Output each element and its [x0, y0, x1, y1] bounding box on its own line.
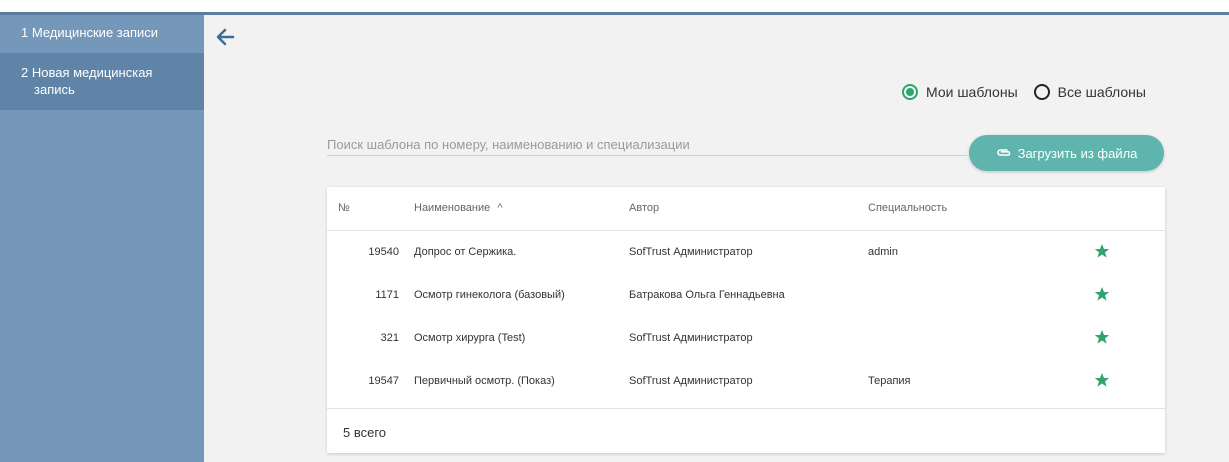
- table-row[interactable]: 1171 Осмотр гинеколога (базовый) Батракова…: [327, 274, 1165, 317]
- upload-from-file-button[interactable]: Загрузить из файла: [969, 135, 1164, 171]
- row-number: 321: [380, 332, 399, 344]
- row-name: Допрос от Сержика.: [414, 246, 517, 258]
- row-specialty: Терапия: [868, 375, 911, 387]
- column-header-name-label: Наименование: [414, 202, 491, 214]
- favorite-star-icon[interactable]: [1094, 243, 1110, 259]
- column-header-specialty[interactable]: Специальность: [868, 202, 947, 214]
- table-row[interactable]: 321 Осмотр хирурга (Test) SofTrust Админис…: [327, 317, 1165, 360]
- sidebar-item-label: 1 Медицинские записи: [21, 25, 159, 40]
- row-author: SofTrust Администратор: [629, 246, 753, 258]
- template-search-input[interactable]: [327, 134, 967, 156]
- radio-all-templates[interactable]: Все шаблоны: [1033, 84, 1146, 100]
- templates-table: № Наименование ^ Автор Специальность 195…: [327, 187, 1165, 453]
- row-number: 19547: [368, 375, 399, 387]
- sidebar: 1 Медицинские записи 2 Новая медицинская…: [0, 15, 204, 462]
- row-name: Осмотр гинеколога (базовый): [414, 289, 565, 301]
- radio-my-templates[interactable]: Мои шаблоны: [902, 84, 1018, 100]
- sidebar-item-medical-records[interactable]: 1 Медицинские записи: [0, 15, 204, 49]
- table-row[interactable]: 19547 Первичный осмотр. (Показ) SofTrust А…: [327, 360, 1165, 403]
- row-number: 1171: [375, 289, 399, 301]
- upload-button-label: Загрузить из файла: [1017, 145, 1138, 161]
- radio-all-templates-label: Все шаблоны: [1057, 84, 1146, 100]
- favorite-star-icon[interactable]: [1094, 329, 1110, 345]
- table-header: № Наименование ^ Автор Специальность: [327, 187, 1165, 231]
- sidebar-item-label: 2 Новая медицинская: [21, 65, 153, 80]
- favorite-star-icon[interactable]: [1094, 372, 1110, 388]
- row-specialty: admin: [868, 246, 898, 258]
- row-name: Осмотр хирурга (Test): [414, 332, 526, 344]
- table-row[interactable]: 19540 Допрос от Сержика. SofTrust Админист…: [327, 231, 1165, 274]
- column-header-name[interactable]: Наименование ^: [414, 202, 503, 214]
- sidebar-item-new-medical-record[interactable]: 2 Новая медицинская запись: [0, 53, 204, 110]
- radio-my-templates-label: Мои шаблоны: [926, 84, 1018, 100]
- template-filter: Мои шаблоны Все шаблоны: [902, 82, 1162, 102]
- paperclip-icon: [996, 147, 1012, 159]
- row-author: SofTrust Администратор: [629, 375, 753, 387]
- sidebar-item-label-line2: запись: [34, 82, 75, 97]
- back-arrow-icon[interactable]: [214, 26, 236, 48]
- sort-ascending-icon: ^: [497, 202, 503, 214]
- radio-checked-icon: [902, 84, 918, 100]
- column-header-author[interactable]: Автор: [629, 202, 659, 214]
- radio-unchecked-icon: [1033, 84, 1050, 100]
- row-name: Первичный осмотр. (Показ): [414, 375, 555, 387]
- row-author: Батракова Ольга Геннадьевна: [629, 289, 785, 301]
- total-count: 5 всего: [343, 425, 387, 440]
- favorite-star-icon[interactable]: [1094, 286, 1110, 302]
- row-author: SofTrust Администратор: [629, 332, 753, 344]
- row-number: 19540: [368, 246, 399, 258]
- table-footer: 5 всего: [327, 408, 1165, 453]
- column-header-number[interactable]: №: [338, 202, 350, 214]
